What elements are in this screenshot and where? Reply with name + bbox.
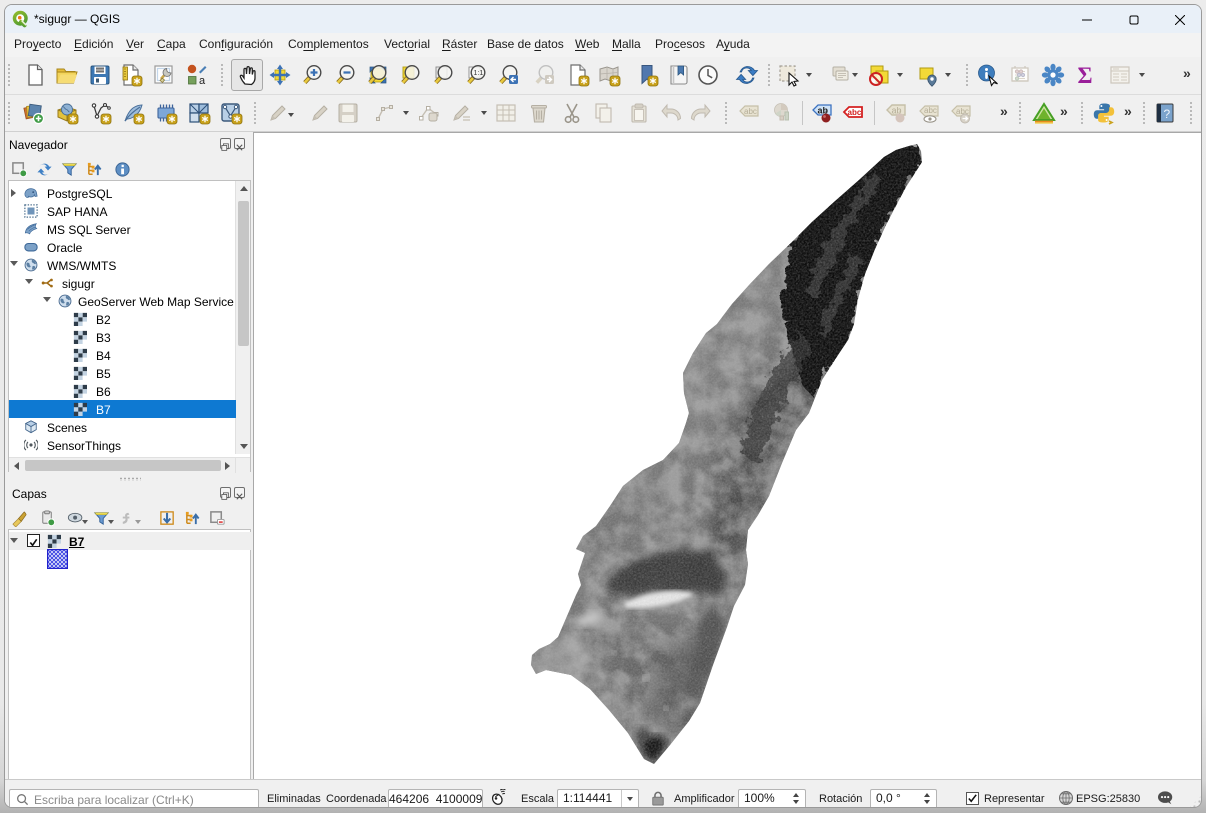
svg-text:abc: abc [848, 108, 862, 117]
svg-text:?: ? [1164, 107, 1171, 121]
svg-text:abc: abc [924, 106, 937, 115]
svg-text:abc: abc [744, 107, 757, 116]
svg-text:1:1: 1:1 [474, 70, 484, 77]
svg-text:a: a [199, 75, 206, 87]
svg-text:Σ: Σ [1078, 63, 1093, 87]
